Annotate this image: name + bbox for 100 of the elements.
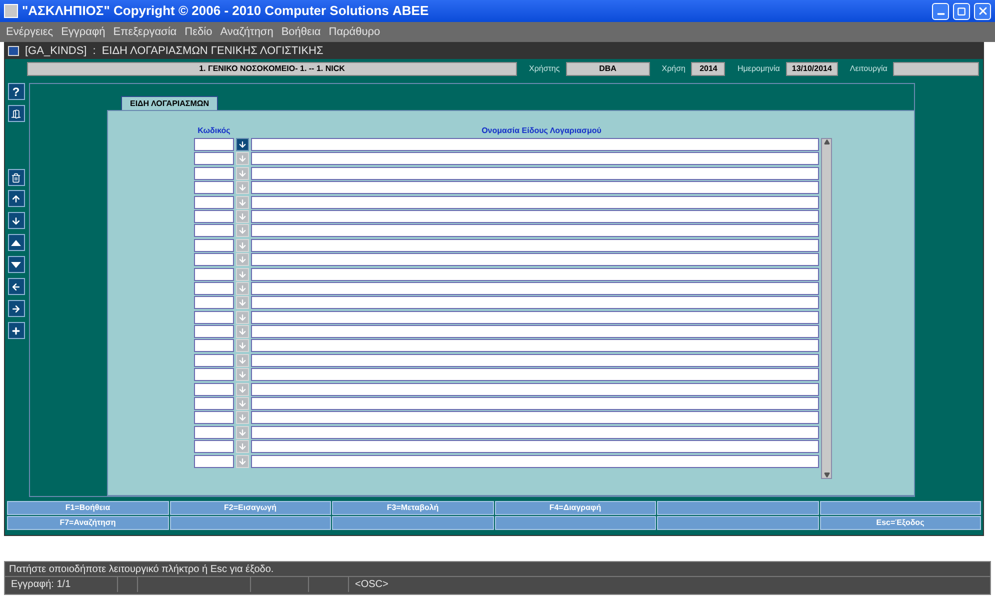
name-field[interactable]: [251, 296, 819, 310]
function-key-button[interactable]: F1=Βοήθεια: [7, 501, 168, 515]
name-field[interactable]: [251, 224, 819, 238]
menu-item[interactable]: Παράθυρο: [328, 24, 380, 40]
arrow-down-icon: [238, 298, 247, 308]
code-field[interactable]: [194, 224, 234, 238]
arrow-left-icon: [11, 282, 21, 292]
help-button[interactable]: ?: [8, 83, 24, 100]
list-button[interactable]: [236, 138, 249, 151]
scroll-down-button[interactable]: [8, 256, 24, 273]
code-field[interactable]: [194, 325, 234, 338]
close-icon: [976, 5, 988, 17]
company-field: 1. ΓΕΝΙΚΟ ΝΟΣΟΚΟΜΕΙΟ- 1. -- 1. NICK: [27, 62, 517, 76]
name-field[interactable]: [251, 397, 819, 410]
arrow-down-icon: [238, 212, 247, 221]
arrow-down-icon: [238, 198, 247, 207]
function-key-button[interactable]: F4=Διαγραφή: [494, 501, 656, 515]
code-field[interactable]: [194, 166, 234, 180]
code-field[interactable]: [194, 411, 234, 424]
arrow-down-icon: [238, 226, 247, 236]
arrow-down-icon: [238, 356, 247, 365]
trash-icon: [11, 172, 21, 182]
arrow-down-icon: [238, 428, 247, 437]
delete-button[interactable]: [8, 169, 24, 186]
next-record-button[interactable]: [8, 212, 24, 229]
mode-status: <OSC>: [354, 578, 390, 592]
form-title: ΕΙΔΗ ΛΟΓΑΡΙΑΣΜΩΝ ΓΕΝΙΚΗΣ ΛΟΓΙΣΤΙΚΗΣ: [102, 44, 324, 59]
user-label: Χρήστης: [529, 63, 560, 75]
code-field[interactable]: [194, 152, 234, 166]
arrow-down-icon: [238, 327, 247, 336]
code-field[interactable]: [194, 382, 234, 396]
name-field[interactable]: [251, 368, 819, 382]
next-field-button[interactable]: [8, 300, 24, 317]
restore-button[interactable]: [953, 2, 970, 20]
code-field[interactable]: [194, 196, 234, 209]
menu-item[interactable]: Επεξεργασία: [113, 24, 177, 40]
name-field[interactable]: [251, 411, 819, 424]
arrow-down-icon: [238, 154, 247, 164]
triangle-up-icon: [11, 240, 21, 246]
code-field[interactable]: [194, 440, 234, 454]
name-field[interactable]: [251, 426, 819, 439]
code-field[interactable]: [194, 339, 234, 352]
menu-item[interactable]: Αναζήτηση: [220, 24, 274, 40]
code-field[interactable]: [194, 310, 234, 324]
code-field[interactable]: [194, 426, 234, 439]
function-key-button[interactable]: Esc=Έξοδος: [820, 516, 981, 530]
code-field[interactable]: [194, 397, 234, 410]
previous-record-button[interactable]: [8, 190, 24, 207]
name-field[interactable]: [251, 238, 819, 252]
code-field[interactable]: [194, 282, 234, 295]
name-field[interactable]: [251, 196, 819, 209]
name-field[interactable]: [251, 310, 819, 324]
close-button[interactable]: [974, 2, 991, 20]
name-field[interactable]: [251, 268, 819, 281]
name-field[interactable]: [251, 440, 819, 454]
code-field[interactable]: [194, 138, 234, 151]
menu-item[interactable]: Πεδίο: [184, 24, 212, 40]
code-field[interactable]: [194, 210, 234, 223]
name-field[interactable]: [251, 181, 819, 194]
name-field[interactable]: [251, 166, 819, 180]
function-key-button[interactable]: F3=Μεταβολή: [332, 501, 494, 515]
scrollbar[interactable]: [821, 138, 832, 479]
name-field[interactable]: [251, 253, 819, 266]
function-label: Λειτουργία: [850, 63, 888, 75]
code-field[interactable]: [194, 268, 234, 281]
name-field[interactable]: [251, 382, 819, 396]
code-field[interactable]: [194, 181, 234, 194]
exit-button[interactable]: [8, 105, 24, 122]
name-field[interactable]: [251, 282, 819, 295]
form-code: [GA_KINDS]: [25, 44, 87, 59]
code-field[interactable]: [194, 296, 234, 310]
name-field[interactable]: [251, 325, 819, 338]
function-key-button[interactable]: F2=Εισαγωγή: [170, 501, 331, 515]
minimize-button[interactable]: [932, 2, 949, 20]
door-icon: [11, 108, 21, 118]
name-field[interactable]: [251, 339, 819, 352]
year-field: 2014: [691, 62, 726, 76]
arrow-down-icon: [238, 370, 247, 380]
column-header: Ονομασία Είδους Λογαριασμού: [480, 125, 602, 137]
name-field[interactable]: [251, 138, 819, 151]
menu-item[interactable]: Εγγραφή: [61, 24, 106, 40]
menu-item[interactable]: Βοήθεια: [281, 24, 321, 40]
plus-icon: [11, 326, 21, 336]
add-record-button[interactable]: [8, 322, 24, 339]
previous-field-button[interactable]: [8, 278, 24, 295]
code-field[interactable]: [194, 354, 234, 367]
function-key-button[interactable]: F7=Αναζήτηση: [7, 516, 168, 530]
name-field[interactable]: [251, 210, 819, 223]
menu-item[interactable]: Ενέργειες: [6, 24, 54, 40]
name-field[interactable]: [251, 454, 819, 468]
name-field[interactable]: [251, 152, 819, 166]
code-field[interactable]: [194, 238, 234, 252]
code-field[interactable]: [194, 253, 234, 266]
code-field[interactable]: [194, 368, 234, 382]
code-field[interactable]: [194, 454, 234, 468]
scroll-up-button[interactable]: [8, 234, 24, 251]
tab[interactable]: ΕΙΔΗ ΛΟΓΑΡΙΑΣΜΩΝ: [121, 96, 218, 110]
arrow-right-icon: [11, 304, 21, 314]
year-label: Χρήση: [662, 63, 686, 75]
name-field[interactable]: [251, 354, 819, 367]
